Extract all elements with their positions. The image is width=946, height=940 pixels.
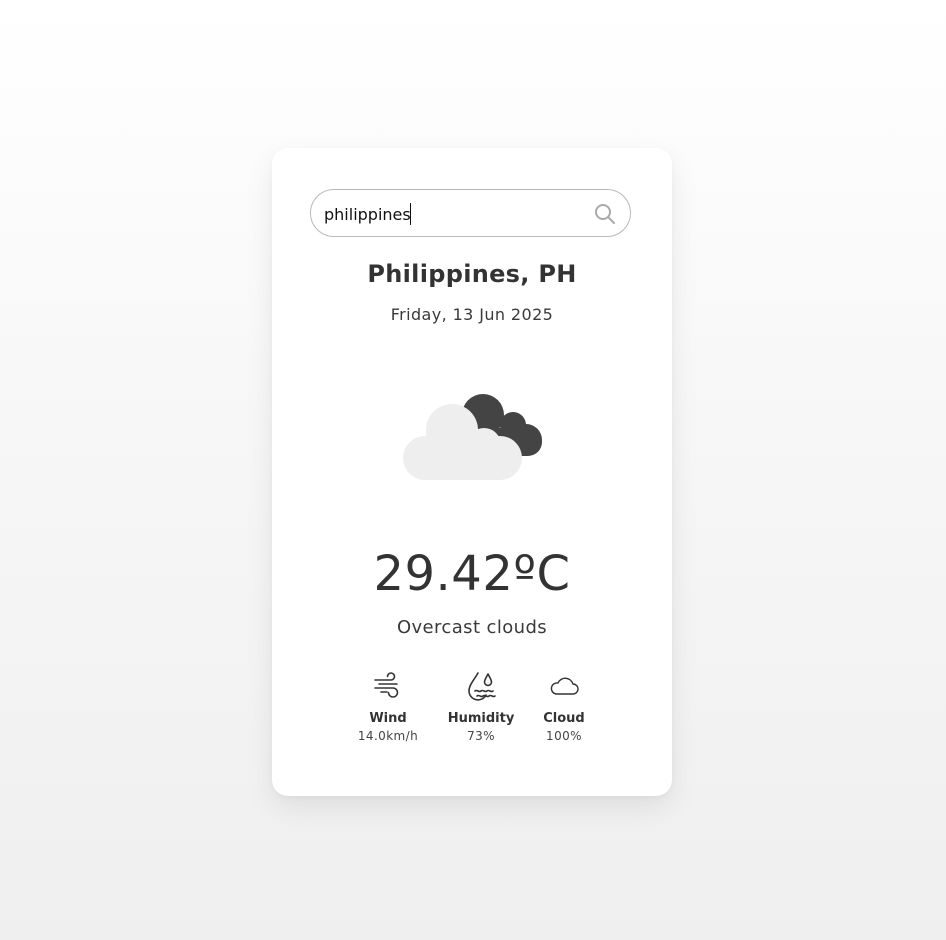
humidity-icon — [468, 672, 496, 701]
location-name: Philippines, PH — [367, 260, 577, 288]
temperature: 29.42ºC — [373, 546, 571, 602]
wind-icon — [374, 672, 399, 698]
wind-label: Wind — [369, 711, 407, 726]
humidity-stat: Humidity 73% — [436, 670, 526, 743]
weather-stats: Wind 14.0km/h Humidity 73% Cloud 100% — [272, 670, 672, 750]
wind-value: 14.0km/h — [357, 729, 419, 743]
search-bar[interactable] — [310, 189, 631, 237]
cloud-value: 100% — [546, 729, 582, 743]
humidity-label: Humidity — [447, 711, 515, 726]
cloud-stat: Cloud 100% — [519, 670, 609, 743]
humidity-value: 73% — [467, 729, 495, 743]
current-date: Friday, 13 Jun 2025 — [390, 305, 554, 324]
light-cloud — [403, 404, 522, 480]
text-caret — [410, 203, 411, 225]
cloud-icon — [550, 677, 579, 695]
wind-stat: Wind 14.0km/h — [343, 670, 433, 743]
weather-description: Overcast clouds — [396, 617, 548, 638]
weather-card: Philippines, PH Friday, 13 Jun 2025 29.4… — [272, 148, 672, 796]
search-icon — [595, 204, 615, 224]
cloud-label: Cloud — [543, 711, 585, 726]
overcast-clouds-icon — [403, 394, 542, 480]
search-button[interactable] — [594, 203, 616, 225]
search-input[interactable] — [324, 202, 584, 226]
